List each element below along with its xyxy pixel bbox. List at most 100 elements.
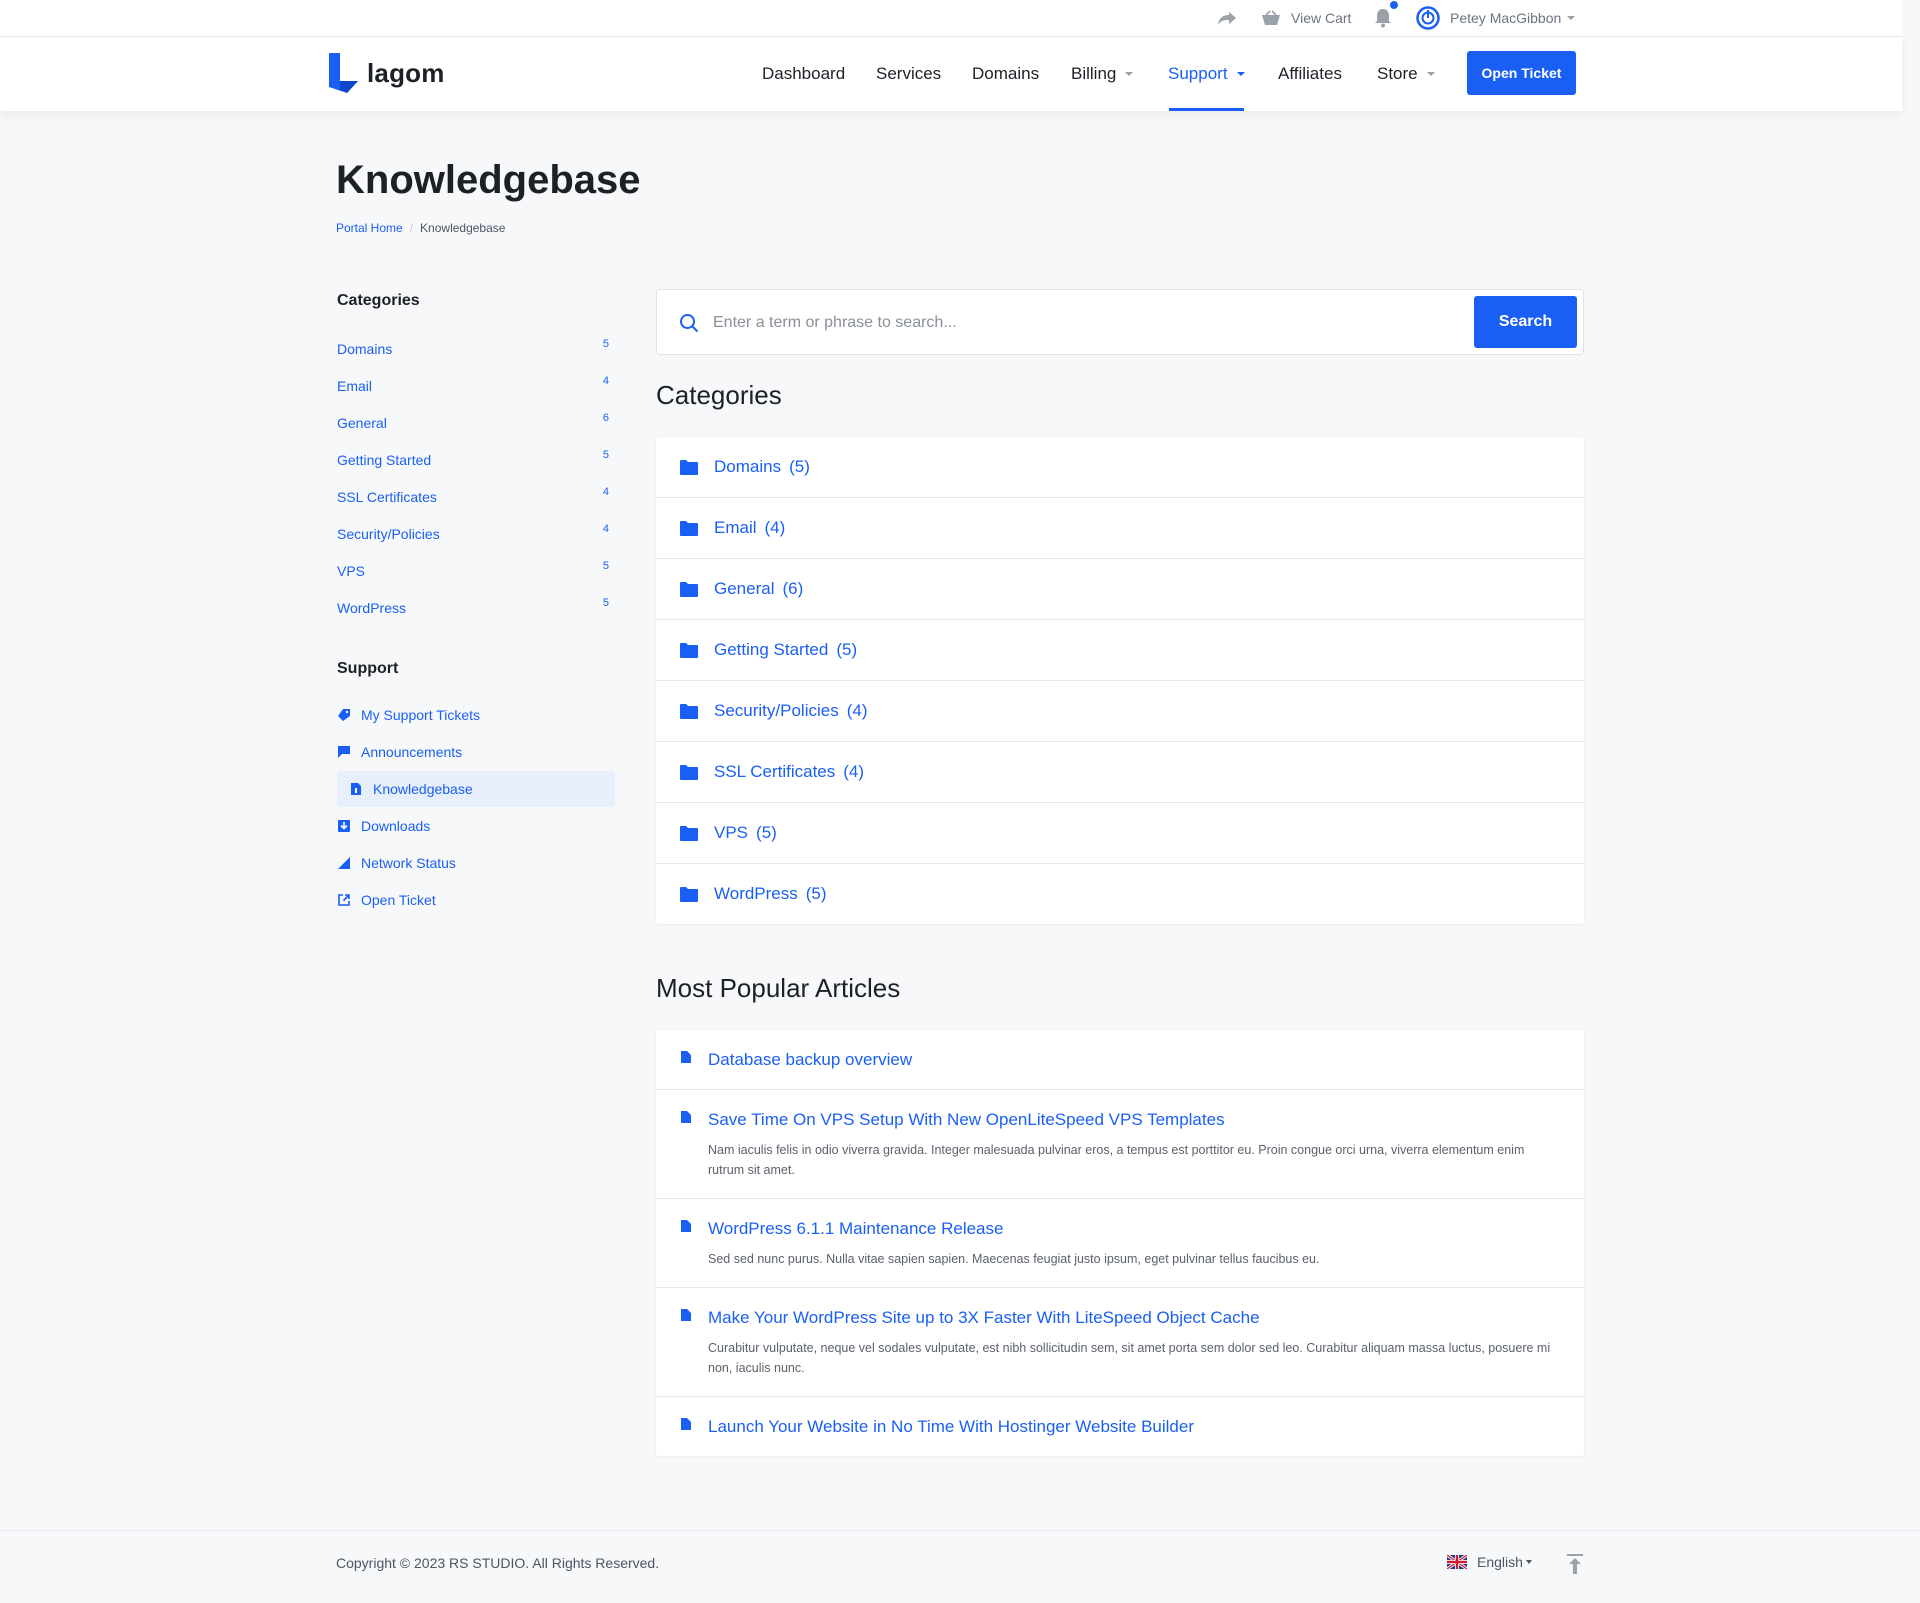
category-row-email[interactable]: Email (4) — [656, 498, 1584, 559]
sidebar-category-count: 4 — [602, 375, 609, 387]
sidebar-category-label: Domains — [337, 341, 393, 357]
sidebar-category-email[interactable]: Email 4 — [337, 374, 609, 398]
sidebar-category-label: Getting Started — [337, 452, 432, 468]
document-icon — [681, 1418, 691, 1430]
sidebar-category-count: 4 — [602, 486, 609, 498]
arrow-up-icon — [1566, 1554, 1584, 1574]
article-row[interactable]: WordPress 6.1.1 Maintenance Release Sed … — [656, 1199, 1584, 1288]
folder-icon — [680, 886, 698, 902]
user-name: Petey MacGibbon — [1450, 10, 1562, 26]
folder-icon — [680, 764, 698, 780]
category-row-security-policies[interactable]: Security/Policies (4) — [656, 681, 1584, 742]
nav-affiliates[interactable]: Affiliates — [1278, 37, 1342, 111]
folder-icon — [680, 825, 698, 841]
breadcrumb-separator: / — [409, 221, 414, 235]
category-row-wordpress[interactable]: WordPress (5) — [656, 864, 1584, 924]
page-footer: Copyright © 2023 RS STUDIO. All Rights R… — [0, 1530, 1920, 1603]
document-icon — [681, 1309, 691, 1321]
nav-support[interactable]: Support — [1168, 37, 1245, 111]
sidebar-category-wordpress[interactable]: WordPress 5 — [337, 596, 609, 620]
open-ticket-button[interactable]: Open Ticket — [1467, 51, 1576, 95]
sidebar-item-open-ticket[interactable]: Open Ticket — [337, 888, 436, 912]
nav-services-label: Services — [876, 64, 942, 83]
sidebar-category-count: 4 — [602, 523, 609, 535]
breadcrumb-home-link[interactable]: Portal Home — [336, 221, 403, 235]
nav-store[interactable]: Store — [1377, 37, 1435, 111]
sidebar-category-general[interactable]: General 6 — [337, 411, 609, 435]
sidebar-category-vps[interactable]: VPS 5 — [337, 559, 609, 583]
sidebar-item-label: Network Status — [361, 855, 456, 871]
power-icon — [1416, 6, 1440, 30]
nav-domains[interactable]: Domains — [972, 37, 1039, 111]
article-title: Database backup overview — [708, 1050, 913, 1069]
article-title: Save Time On VPS Setup With New OpenLite… — [708, 1110, 1225, 1129]
article-title: Launch Your Website in No Time With Host… — [708, 1417, 1195, 1436]
brand-logo[interactable]: lagom — [327, 51, 445, 95]
category-row-domains[interactable]: Domains (5) — [656, 437, 1584, 498]
category-label: General — [714, 579, 775, 598]
category-count: (4) — [843, 762, 865, 781]
breadcrumb: Portal Home / Knowledgebase — [336, 221, 505, 235]
categories-section-title: Categories — [656, 380, 782, 410]
category-row-getting-started[interactable]: Getting Started (5) — [656, 620, 1584, 681]
sidebar-category-domains[interactable]: Domains 5 — [337, 337, 609, 361]
sidebar-category-count: 5 — [602, 560, 609, 572]
view-cart-label: View Cart — [1291, 10, 1352, 26]
category-label: SSL Certificates — [714, 762, 836, 781]
nav-dashboard-label: Dashboard — [762, 64, 846, 83]
sidebar-item-network-status[interactable]: Network Status — [337, 851, 456, 875]
sidebar-category-label: General — [337, 415, 387, 431]
article-row[interactable]: Save Time On VPS Setup With New OpenLite… — [656, 1090, 1584, 1199]
sidebar-category-label: SSL Certificates — [337, 489, 437, 505]
article-row[interactable]: Launch Your Website in No Time With Host… — [656, 1397, 1584, 1456]
nav-dashboard[interactable]: Dashboard — [762, 37, 845, 111]
external-link-icon — [337, 894, 351, 906]
user-menu[interactable]: Petey MacGibbon — [1416, 0, 1576, 36]
back-to-top-button[interactable] — [1566, 1554, 1584, 1574]
chevron-down-icon — [1125, 72, 1134, 76]
chevron-down-icon — [1236, 72, 1245, 76]
sidebar-category-ssl-certificates[interactable]: SSL Certificates 4 — [337, 485, 609, 509]
category-count: (5) — [805, 884, 827, 903]
category-count: (6) — [782, 579, 804, 598]
folder-icon — [680, 581, 698, 597]
nav-domains-label: Domains — [972, 64, 1040, 83]
sidebar-category-label: Email — [337, 378, 373, 394]
document-icon — [681, 1111, 691, 1123]
article-row[interactable]: Make Your WordPress Site up to 3X Faster… — [656, 1288, 1584, 1397]
article-row[interactable]: Database backup overview — [656, 1030, 1584, 1090]
category-label: WordPress — [714, 884, 798, 903]
sidebar-item-announcements[interactable]: Announcements — [337, 740, 462, 764]
share-icon[interactable] — [1217, 0, 1237, 36]
view-cart-link[interactable]: View Cart — [1261, 0, 1351, 36]
category-row-vps[interactable]: VPS (5) — [656, 803, 1584, 864]
folder-icon — [680, 703, 698, 719]
sidebar-category-count: 5 — [602, 597, 609, 609]
sidebar-category-count: 6 — [602, 412, 609, 424]
sidebar-item-knowledgebase[interactable]: Knowledgebase — [337, 771, 615, 807]
folder-icon — [680, 520, 698, 536]
category-row-ssl-certificates[interactable]: SSL Certificates (4) — [656, 742, 1584, 803]
category-row-general[interactable]: General (6) — [656, 559, 1584, 620]
sidebar-category-security-policies[interactable]: Security/Policies 4 — [337, 522, 609, 546]
category-count: (5) — [756, 823, 777, 842]
language-selector[interactable]: English — [1447, 1554, 1532, 1570]
sidebar-item-label: Knowledgebase — [373, 781, 473, 797]
nav-services[interactable]: Services — [876, 37, 941, 111]
article-title: WordPress 6.1.1 Maintenance Release — [708, 1219, 1004, 1238]
sidebar-item-my-support-tickets[interactable]: My Support Tickets — [337, 703, 480, 727]
sidebar-item-downloads[interactable]: Downloads — [337, 814, 430, 838]
search-input[interactable] — [713, 308, 1473, 338]
chevron-down-icon — [1525, 1560, 1532, 1564]
folder-icon — [680, 459, 698, 475]
top-utility-bar: View Cart Petey MacGibbon — [0, 0, 1902, 37]
nav-billing[interactable]: Billing — [1071, 37, 1134, 111]
sidebar-category-getting-started[interactable]: Getting Started 5 — [337, 448, 609, 472]
sidebar-item-label: Announcements — [361, 744, 463, 760]
category-label: VPS — [714, 823, 749, 842]
search-button[interactable]: Search — [1474, 296, 1577, 348]
brand-name: lagom — [367, 57, 445, 88]
chevron-down-icon — [1426, 72, 1435, 76]
article-description: Curabitur vulputate, neque vel sodales v… — [708, 1341, 1551, 1375]
copyright-text: Copyright © 2023 RS STUDIO. All Rights R… — [336, 1555, 660, 1571]
